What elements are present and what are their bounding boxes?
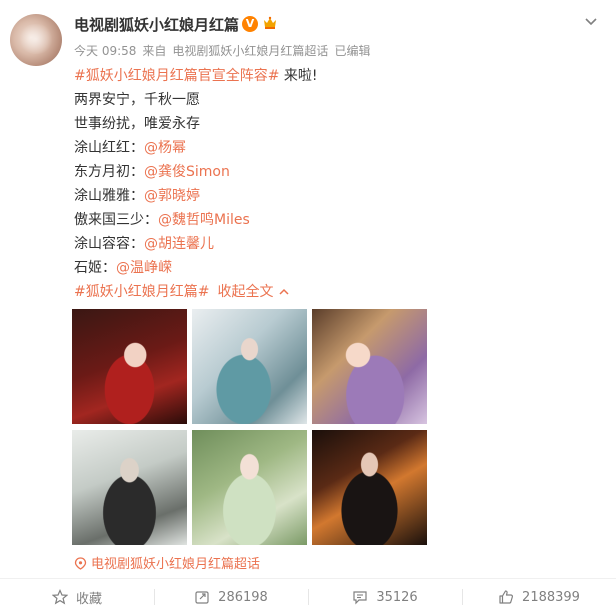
mention-link[interactable]: @郭晓婷 — [144, 188, 200, 204]
role-label: 傲来国三少： — [74, 212, 158, 228]
role-label: 石姬： — [74, 260, 116, 276]
supertopic-label: 电视剧狐妖小红娘月红篇超话 — [91, 557, 261, 572]
like-button[interactable]: 2188399 — [462, 579, 616, 615]
photo-thumbnail[interactable] — [192, 309, 307, 424]
mention-link[interactable]: @杨幂 — [144, 140, 186, 156]
hashtag-link[interactable]: #狐妖小红娘月红篇# — [74, 284, 209, 300]
supertopic-icon — [74, 557, 87, 570]
comment-count: 35126 — [376, 589, 418, 605]
chevron-up-icon — [279, 288, 289, 295]
edited-label[interactable]: 已编辑 — [334, 44, 370, 58]
action-bar: 收藏 286198 35126 2188399 — [0, 579, 616, 615]
comment-icon — [353, 591, 367, 605]
chevron-down-icon[interactable] — [582, 12, 600, 30]
avatar[interactable] — [10, 14, 62, 66]
vip-crown-icon[interactable] — [262, 15, 278, 31]
hashtag-link[interactable]: #狐妖小红娘月红篇官宣全阵容# — [74, 68, 279, 84]
star-icon — [51, 589, 68, 605]
role-label: 涂山雅雅： — [74, 188, 144, 204]
weibo-post-card: 电视剧狐妖小红娘月红篇 V 今天 09:58 来自 电视剧狐妖小红娘月红篇超话 已编辑… — [0, 0, 616, 615]
like-count: 2188399 — [522, 589, 580, 605]
supertopic-link[interactable]: 电视剧狐妖小红娘月红篇超话 — [74, 553, 260, 572]
repost-count: 286198 — [218, 589, 268, 605]
username[interactable]: 电视剧狐妖小红娘月红篇 — [74, 14, 239, 35]
collapse-text-button[interactable]: 收起全文 — [217, 284, 289, 300]
thumb-up-icon — [499, 590, 514, 604]
verified-v-icon: V — [242, 16, 258, 32]
repost-icon — [195, 591, 209, 604]
photo-thumbnail[interactable] — [72, 309, 187, 424]
post-text: 两界安宁，千秋一愿 — [74, 92, 200, 108]
post-content: #狐妖小红娘月红篇官宣全阵容# 来啦! 两界安宁，千秋一愿 世事纷扰，唯爱永存 … — [74, 64, 318, 304]
post-source-prefix: 来自 — [142, 44, 167, 58]
role-label: 涂山红红： — [74, 140, 144, 156]
photo-thumbnail[interactable] — [312, 430, 427, 545]
repost-button[interactable]: 286198 — [154, 579, 308, 615]
mention-link[interactable]: @温峥嵘 — [116, 260, 172, 276]
role-label: 涂山容容： — [74, 236, 144, 252]
role-label: 东方月初： — [74, 164, 144, 180]
favorite-label: 收藏 — [75, 591, 102, 607]
post-text: 世事纷扰，唯爱永存 — [74, 116, 200, 132]
post-text: 来啦! — [279, 68, 318, 84]
collapse-label: 收起全文 — [217, 284, 274, 300]
favorite-button[interactable]: 收藏 — [0, 579, 154, 615]
comment-button[interactable]: 35126 — [308, 579, 462, 615]
photo-thumbnail[interactable] — [192, 430, 307, 545]
photo-thumbnail[interactable] — [312, 309, 427, 424]
photo-grid — [72, 309, 428, 545]
post-source[interactable]: 电视剧狐妖小红娘月红篇超话 — [172, 44, 328, 58]
photo-thumbnail[interactable] — [72, 430, 187, 545]
mention-link[interactable]: @魏哲鸣Miles — [158, 212, 250, 228]
post-meta: 今天 09:58 来自 电视剧狐妖小红娘月红篇超话 已编辑 — [74, 42, 376, 59]
mention-link[interactable]: @龚俊Simon — [144, 164, 230, 180]
post-time[interactable]: 今天 09:58 — [74, 44, 136, 58]
mention-link[interactable]: @胡连馨儿 — [144, 236, 214, 252]
